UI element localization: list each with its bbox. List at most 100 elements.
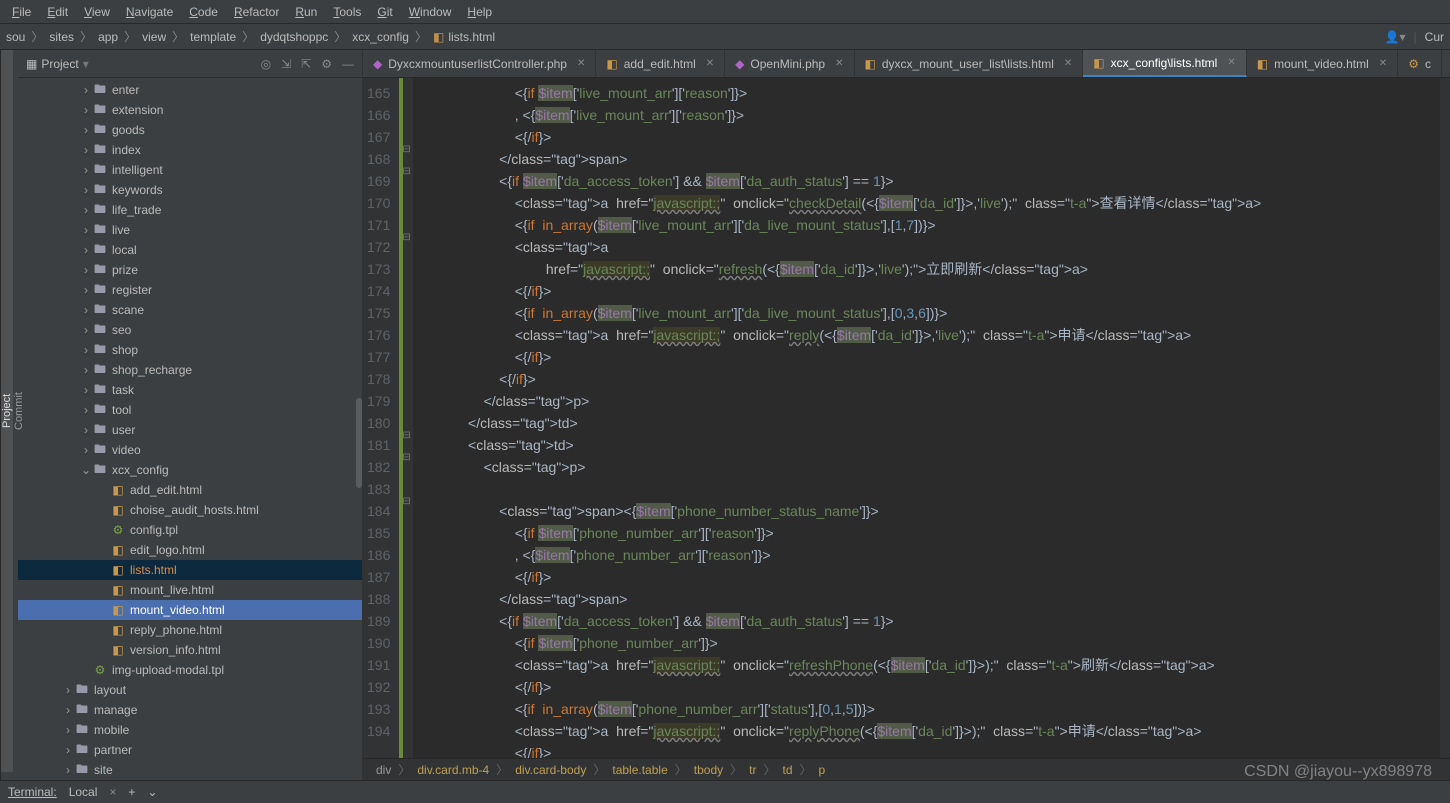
tree-file[interactable]: ◧choise_audit_hosts.html <box>18 500 362 520</box>
tree-folder[interactable]: ›🖿task <box>18 380 362 400</box>
editor-tab[interactable]: ◧dyxcx_mount_user_list\lists.html✕ <box>855 50 1084 77</box>
menu-edit[interactable]: Edit <box>39 5 76 19</box>
close-tab-icon[interactable]: ✕ <box>1379 58 1387 69</box>
expand-all-icon[interactable]: ⇲ <box>281 57 291 71</box>
tree-folder[interactable]: ›🖿enter <box>18 80 362 100</box>
code-editor[interactable]: <{if $item['live_mount_arr']['reason']}>… <box>413 78 1440 758</box>
scrollbar-thumb[interactable] <box>356 398 362 488</box>
editor-tab[interactable]: ◧add_edit.html✕ <box>596 50 725 77</box>
close-tab-icon[interactable]: ✕ <box>835 58 843 69</box>
menu-git[interactable]: Git <box>369 5 400 19</box>
menu-help[interactable]: Help <box>459 5 500 19</box>
close-tab-icon[interactable]: ✕ <box>577 58 585 69</box>
project-tool-tab[interactable]: Project <box>1 50 13 772</box>
close-tab-icon[interactable]: ✕ <box>1227 57 1235 68</box>
terminal-dropdown-icon[interactable]: ⌄ <box>147 785 157 799</box>
tree-file[interactable]: ⚙config.tpl <box>18 520 362 540</box>
tree-file[interactable]: ◧lists.html <box>18 560 362 580</box>
close-tab-icon[interactable]: ✕ <box>1064 58 1072 69</box>
editor-tab[interactable]: ◆DyxcxmountuserlistController.php✕ <box>363 50 596 77</box>
menu-refactor[interactable]: Refactor <box>226 5 287 19</box>
menu-window[interactable]: Window <box>401 5 460 19</box>
tree-file[interactable]: ◧add_edit.html <box>18 480 362 500</box>
editor-tabs: ◆DyxcxmountuserlistController.php✕◧add_e… <box>363 50 1450 78</box>
tree-file[interactable]: ◧mount_live.html <box>18 580 362 600</box>
tree-folder[interactable]: ›🖿tool <box>18 400 362 420</box>
structure-crumb[interactable]: p <box>816 763 829 777</box>
tree-folder[interactable]: ›🖿partner <box>18 740 362 760</box>
settings-icon[interactable]: ⚙ <box>321 57 332 71</box>
tree-folder[interactable]: ›🖿shop_recharge <box>18 360 362 380</box>
structure-crumb[interactable]: div.card.mb-4 <box>414 763 492 777</box>
tree-folder[interactable]: ›🖿register <box>18 280 362 300</box>
menu-view[interactable]: View <box>76 5 118 19</box>
tree-folder[interactable]: ›🖿local <box>18 240 362 260</box>
tree-folder[interactable]: ›🖿keywords <box>18 180 362 200</box>
breadcrumb-item[interactable]: template <box>190 30 236 44</box>
breadcrumb-item[interactable]: ◧ lists.html <box>433 30 495 44</box>
project-tree[interactable]: ›🖿enter›🖿extension›🖿goods›🖿index›🖿intell… <box>18 78 362 780</box>
breadcrumb-item[interactable]: app <box>98 30 118 44</box>
editor-tab[interactable]: ◧mount_video.html✕ <box>1247 50 1398 77</box>
breadcrumb-item[interactable]: dydqtshoppc <box>260 30 328 44</box>
tree-folder[interactable]: ›🖿goods <box>18 120 362 140</box>
tree-file[interactable]: ◧reply_phone.html <box>18 620 362 640</box>
tree-file[interactable]: ◧edit_logo.html <box>18 540 362 560</box>
breadcrumb-item[interactable]: xcx_config <box>352 30 409 44</box>
menu-run[interactable]: Run <box>287 5 325 19</box>
editor-tab[interactable]: ◧xcx_config\lists.html✕ <box>1083 50 1246 77</box>
fold-icon[interactable]: ⊟ <box>402 430 410 441</box>
tree-folder[interactable]: ›🖿scane <box>18 300 362 320</box>
tree-folder[interactable]: ›🖿prize <box>18 260 362 280</box>
tree-folder[interactable]: ›🖿layout <box>18 680 362 700</box>
structure-crumb[interactable]: tbody <box>691 763 726 777</box>
select-opened-file-icon[interactable]: ◎ <box>261 57 271 71</box>
menu-tools[interactable]: Tools <box>325 5 369 19</box>
structure-crumb[interactable]: div.card-body <box>512 763 589 777</box>
close-tab-icon[interactable]: ✕ <box>706 58 714 69</box>
tree-folder[interactable]: ›🖿index <box>18 140 362 160</box>
tree-folder[interactable]: ›🖿manage <box>18 700 362 720</box>
tree-folder[interactable]: ›🖿seo <box>18 320 362 340</box>
fold-icon[interactable]: ⊟ <box>402 232 410 243</box>
line-number-gutter: 1651661671681691701711721731741751761771… <box>363 78 399 758</box>
fold-icon[interactable]: ⊟ <box>402 144 410 155</box>
tree-file[interactable]: ◧mount_video.html <box>18 600 362 620</box>
menu-code[interactable]: Code <box>181 5 226 19</box>
editor-tab[interactable]: ◆OpenMini.php✕ <box>725 50 854 77</box>
structure-crumb[interactable]: table.table <box>609 763 670 777</box>
terminal-session-label[interactable]: Local <box>69 785 98 799</box>
fold-icon[interactable]: ⊟ <box>402 496 410 507</box>
editor-tab[interactable]: ⚙ c <box>1398 50 1442 77</box>
user-icon[interactable]: 👤▾ <box>1385 30 1406 44</box>
collapse-all-icon[interactable]: ⇱ <box>301 57 311 71</box>
current-indicator: Cur <box>1425 30 1444 44</box>
tree-folder[interactable]: ›🖿user <box>18 420 362 440</box>
tree-folder[interactable]: ›🖿mobile <box>18 720 362 740</box>
fold-icon[interactable]: ⊟ <box>402 452 410 463</box>
breadcrumb-item[interactable]: sites <box>49 30 74 44</box>
tree-file[interactable]: ◧version_info.html <box>18 640 362 660</box>
project-icon: ▦ <box>26 57 37 71</box>
breadcrumb-item[interactable]: sou <box>6 30 25 44</box>
fold-icon[interactable]: ⊟ <box>402 166 410 177</box>
new-terminal-icon[interactable]: + <box>128 785 135 799</box>
tree-folder[interactable]: ›🖿live <box>18 220 362 240</box>
tree-folder[interactable]: ›🖿intelligent <box>18 160 362 180</box>
hide-panel-icon[interactable]: — <box>342 57 354 71</box>
structure-crumb[interactable]: tr <box>746 763 759 777</box>
tree-folder[interactable]: ›🖿site <box>18 760 362 780</box>
structure-crumb[interactable]: div <box>373 763 394 777</box>
structure-crumb[interactable]: td <box>780 763 796 777</box>
terminal-tool[interactable]: Terminal: <box>8 785 57 799</box>
tree-file[interactable]: ⚙img-upload-modal.tpl <box>18 660 362 680</box>
menu-file[interactable]: File <box>4 5 39 19</box>
tree-folder[interactable]: ›🖿life_trade <box>18 200 362 220</box>
breadcrumb-item[interactable]: view <box>142 30 166 44</box>
watermark-text: CSDN @jiayou--yx898978 <box>1244 763 1432 781</box>
tree-folder[interactable]: ⌄🖿xcx_config <box>18 460 362 480</box>
menu-navigate[interactable]: Navigate <box>118 5 181 19</box>
tree-folder[interactable]: ›🖿extension <box>18 100 362 120</box>
tree-folder[interactable]: ›🖿shop <box>18 340 362 360</box>
tree-folder[interactable]: ›🖿video <box>18 440 362 460</box>
